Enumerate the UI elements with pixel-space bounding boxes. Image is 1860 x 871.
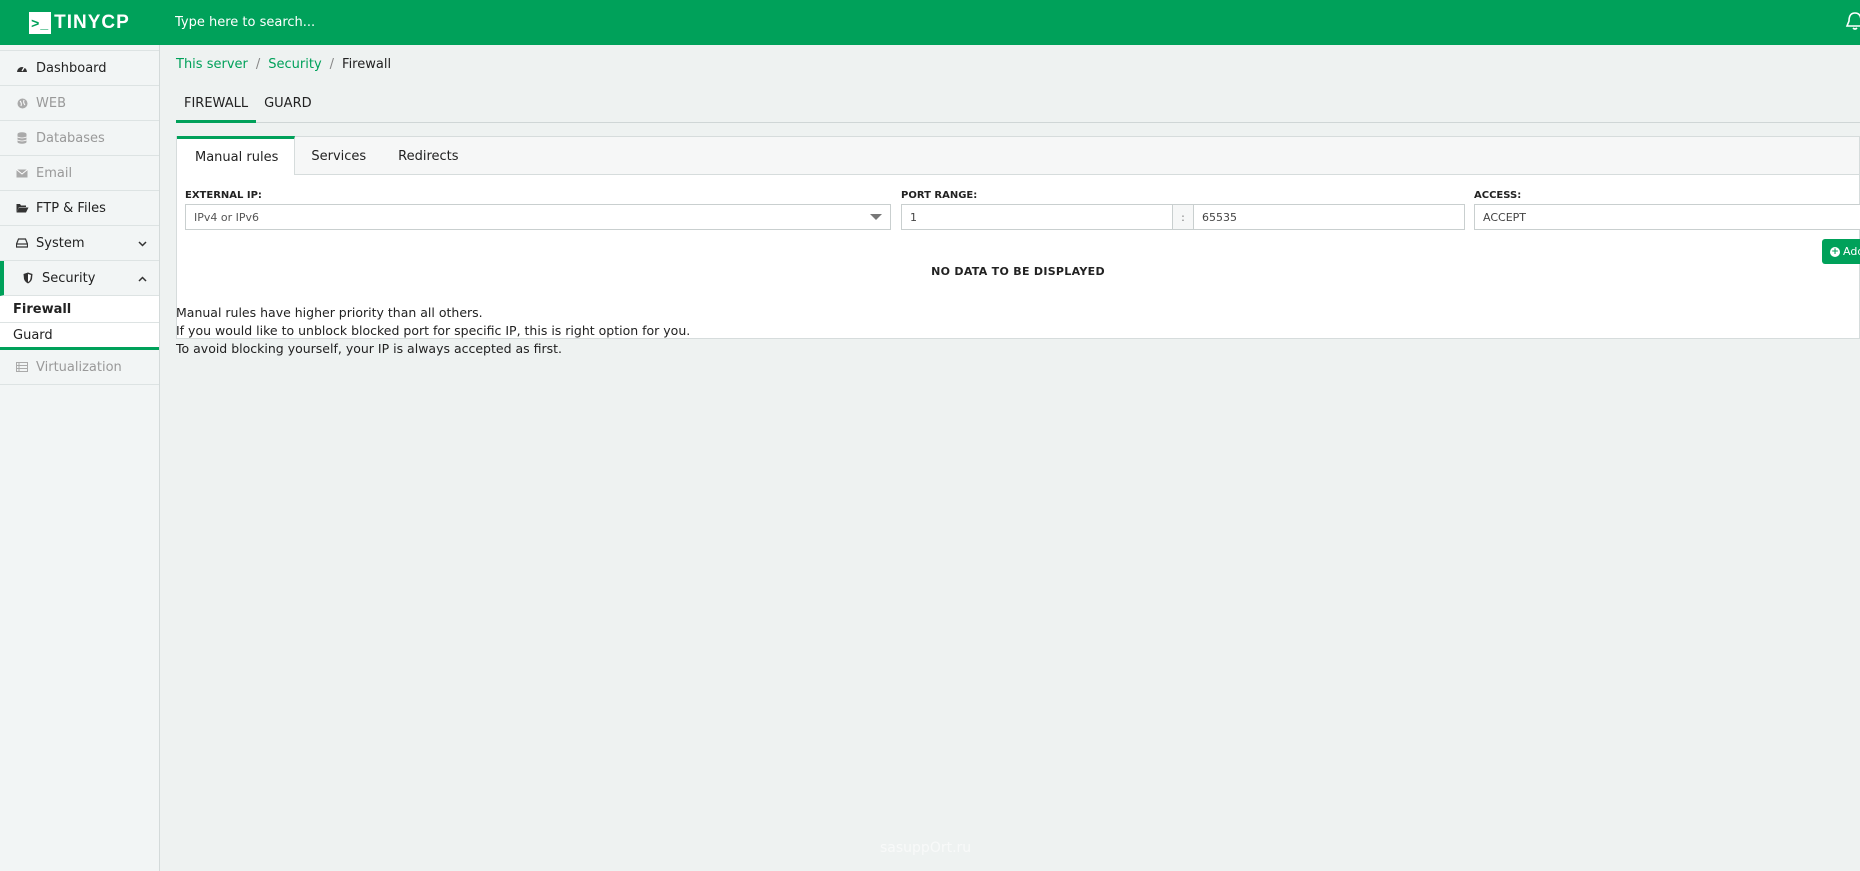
sidebar-item-label: Email bbox=[36, 165, 73, 181]
tab-firewall[interactable]: FIREWALL bbox=[176, 97, 257, 123]
port-from-input[interactable]: 1 bbox=[901, 204, 1173, 230]
sidebar-item-security[interactable]: Security bbox=[0, 261, 159, 296]
sidebar-item-dashboard[interactable]: Dashboard bbox=[0, 51, 159, 86]
sidebar-subitem-firewall[interactable]: Firewall bbox=[0, 296, 159, 323]
note-line: To avoid blocking yourself, your IP is a… bbox=[176, 341, 563, 356]
hdd-icon bbox=[14, 238, 30, 248]
port-to-value: 65535 bbox=[1202, 210, 1237, 224]
terminal-icon: >_ bbox=[29, 11, 52, 34]
tab-guard[interactable]: GUARD bbox=[256, 97, 320, 123]
tinycp-logo[interactable]: >_ TINYCP bbox=[0, 0, 159, 45]
breadcrumb-this-server[interactable]: This server bbox=[176, 57, 248, 72]
section-tabs: FIREWALL GUARD bbox=[176, 97, 1860, 123]
sidebar-item-email[interactable]: Email bbox=[0, 156, 159, 191]
sidebar-item-label: Dashboard bbox=[36, 60, 107, 76]
sidebar-item-virtualization[interactable]: Virtualization bbox=[0, 350, 159, 385]
sidebar-subitem-guard[interactable]: Guard bbox=[0, 323, 159, 350]
watermark: sasuppOrt.ru bbox=[880, 840, 972, 856]
logo-text: TINYCP bbox=[54, 11, 130, 33]
port-range-label: PORT RANGE: bbox=[901, 190, 978, 201]
breadcrumb-separator: / bbox=[329, 57, 335, 72]
access-select[interactable]: ACCEPT bbox=[1474, 204, 1860, 230]
sidebar-item-label: FTP & Files bbox=[36, 200, 106, 216]
sidebar: Dashboard WEB Databases Email FTP & File… bbox=[0, 45, 160, 871]
sidebar-item-ftp-files[interactable]: FTP & Files bbox=[0, 191, 159, 226]
external-ip-value: IPv4 or IPv6 bbox=[194, 210, 260, 224]
tab-services[interactable]: Services bbox=[295, 137, 382, 175]
database-icon bbox=[14, 132, 30, 144]
folder-open-icon bbox=[14, 203, 30, 213]
add-rule-button[interactable]: + Add bbox=[1822, 239, 1860, 264]
help-notes: Manual rules have higher priority than a… bbox=[176, 304, 690, 358]
tab-manual-rules[interactable]: Manual rules bbox=[177, 136, 296, 175]
add-button-label: Add bbox=[1843, 245, 1860, 258]
top-bar: >_ TINYCP bbox=[0, 0, 1860, 45]
search-input[interactable] bbox=[175, 7, 775, 38]
note-line: Manual rules have higher priority than a… bbox=[176, 305, 483, 320]
sidebar-subitem-label: Firewall bbox=[13, 301, 72, 317]
sidebar-subitem-label: Guard bbox=[13, 327, 53, 343]
sidebar-item-label: Security bbox=[42, 270, 96, 286]
access-value: ACCEPT bbox=[1483, 210, 1526, 224]
sidebar-item-label: System bbox=[36, 235, 85, 251]
port-separator: : bbox=[1173, 204, 1193, 230]
chevron-down-icon bbox=[138, 237, 147, 250]
breadcrumb-separator: / bbox=[255, 57, 261, 72]
empty-state-text: NO DATA TO BE DISPLAYED bbox=[931, 265, 1105, 278]
caret-down-icon bbox=[870, 214, 882, 220]
sidebar-item-web[interactable]: WEB bbox=[0, 86, 159, 121]
dashboard-icon bbox=[14, 63, 30, 73]
note-line: If you would like to unblock blocked por… bbox=[176, 323, 691, 338]
external-ip-select[interactable]: IPv4 or IPv6 bbox=[185, 204, 891, 230]
main-content: This server / Security / Firewall FIREWALL G… bbox=[160, 45, 1860, 871]
sidebar-item-label: Databases bbox=[36, 130, 105, 146]
envelope-icon bbox=[14, 168, 30, 178]
breadcrumb-firewall: Firewall bbox=[342, 57, 392, 72]
sidebar-item-label: WEB bbox=[36, 95, 66, 111]
sidebar-item-databases[interactable]: Databases bbox=[0, 121, 159, 156]
breadcrumb: This server / Security / Firewall bbox=[176, 57, 391, 72]
shield-icon bbox=[20, 272, 36, 284]
sidebar-item-system[interactable]: System bbox=[0, 226, 159, 261]
sidebar-item-label: Virtualization bbox=[36, 359, 122, 375]
server-icon bbox=[14, 362, 30, 372]
tab-redirects[interactable]: Redirects bbox=[382, 137, 474, 175]
access-label: ACCESS: bbox=[1474, 190, 1522, 201]
port-from-value: 1 bbox=[910, 210, 917, 224]
plus-circle-icon: + bbox=[1830, 246, 1840, 257]
external-ip-label: EXTERNAL IP: bbox=[185, 190, 262, 201]
port-to-input[interactable]: 65535 bbox=[1193, 204, 1465, 230]
chevron-up-icon bbox=[138, 272, 147, 285]
globe-icon bbox=[14, 98, 30, 109]
breadcrumb-security[interactable]: Security bbox=[268, 57, 321, 72]
bell-icon[interactable] bbox=[1844, 11, 1860, 31]
subtabs: Manual rules Services Redirects bbox=[177, 136, 1859, 175]
